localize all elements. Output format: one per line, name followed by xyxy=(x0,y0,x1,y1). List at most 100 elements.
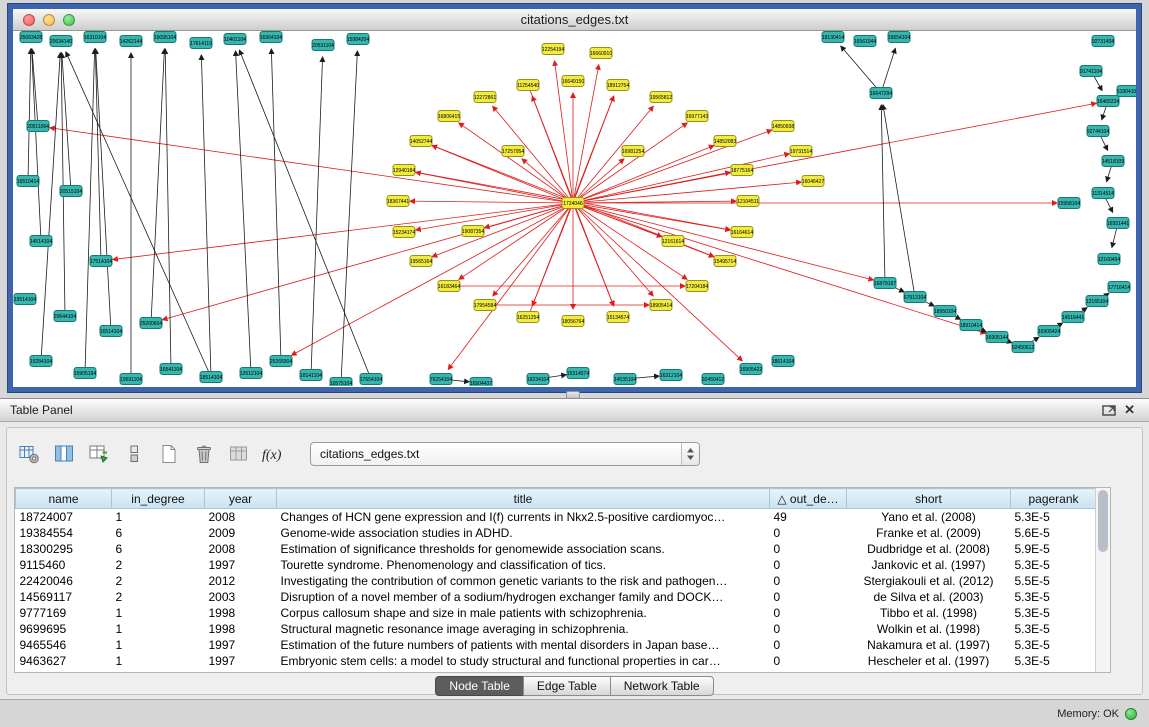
table-cell[interactable]: Corpus callosum shape and size in male p… xyxy=(277,605,770,621)
row-selection-icon[interactable] xyxy=(121,441,147,467)
graph-node[interactable]: 12612104 xyxy=(240,368,262,379)
graph-node[interactable]: 18141104 xyxy=(300,370,322,381)
graph-edge[interactable] xyxy=(28,49,31,181)
graph-node[interactable]: 20511064 xyxy=(27,121,49,132)
table-cell[interactable]: 5.3E-5 xyxy=(1011,589,1097,605)
graph-edge[interactable] xyxy=(236,51,251,373)
table-cell[interactable]: 0 xyxy=(770,541,847,557)
graph-edge[interactable] xyxy=(32,49,41,241)
graph-edge[interactable] xyxy=(201,55,211,377)
column-header[interactable]: name xyxy=(16,489,112,509)
table-cell[interactable]: 1998 xyxy=(205,605,277,621)
graph-node[interactable]: 16879197 xyxy=(874,278,896,289)
table-cell[interactable]: 1 xyxy=(112,621,205,637)
graph-node[interactable]: 92744104 xyxy=(1087,126,1109,137)
table-cell[interactable]: Tourette syndrome. Phenomenology and cla… xyxy=(277,557,770,573)
graph-node[interactable]: 18910414 xyxy=(960,320,982,331)
graph-node[interactable]: 19565164 xyxy=(410,256,432,267)
graph-node[interactable]: 67913104 xyxy=(904,292,926,303)
table-cell[interactable]: 5.6E-5 xyxy=(1011,525,1097,541)
graph-node[interactable]: 19565812 xyxy=(650,92,672,103)
tab-network-table[interactable]: Network Table xyxy=(610,676,714,696)
graph-node[interactable]: 18056764 xyxy=(562,316,584,327)
column-header[interactable]: in_degree xyxy=(112,489,205,509)
graph-node[interactable]: 51904104 xyxy=(1117,86,1136,97)
graph-edge[interactable] xyxy=(165,49,171,369)
graph-edge[interactable] xyxy=(883,105,915,297)
graph-edge[interactable] xyxy=(573,203,662,237)
graph-node[interactable]: 15905194 xyxy=(74,368,96,379)
table-cell[interactable]: 5.5E-5 xyxy=(1011,573,1097,589)
graph-node[interactable]: 14535104 xyxy=(614,374,636,385)
table-cell[interactable]: 2003 xyxy=(205,589,277,605)
graph-node[interactable]: 16312104 xyxy=(660,370,682,381)
table-cell[interactable]: de Silva et al. (2003) xyxy=(847,589,1011,605)
table-cell[interactable]: Investigating the contribution of common… xyxy=(277,573,770,589)
table-row[interactable]: 946554611997Estimation of the future num… xyxy=(16,637,1097,653)
table-cell[interactable]: 1 xyxy=(112,653,205,669)
graph-node[interactable]: 16183464 xyxy=(438,281,460,292)
table-cell[interactable]: Jankovic et al. (1997) xyxy=(847,557,1011,573)
graph-node[interactable]: 14518109 xyxy=(1102,156,1124,167)
graph-edge[interactable] xyxy=(410,201,573,203)
graph-node[interactable]: 18950104 xyxy=(934,306,956,317)
table-row[interactable]: 969969511998Structural magnetic resonanc… xyxy=(16,621,1097,637)
table-cell[interactable]: 0 xyxy=(770,589,847,605)
graph-node[interactable]: 20531104 xyxy=(312,40,334,51)
graph-node[interactable]: 15134574 xyxy=(607,312,629,323)
graph-node[interactable]: 12161614 xyxy=(662,236,684,247)
graph-node[interactable]: 16951441 xyxy=(1107,218,1129,229)
table-cell[interactable]: Hescheler et al. (1997) xyxy=(847,653,1011,669)
column-header[interactable]: △ out_de… xyxy=(770,489,847,509)
graph-node[interactable]: 16981254 xyxy=(622,146,644,157)
table-cell[interactable]: 18724007 xyxy=(16,509,112,525)
table-row[interactable]: 977716911998Corpus callosum shape and si… xyxy=(16,605,1097,621)
table-cell[interactable]: 0 xyxy=(770,637,847,653)
graph-node[interactable]: 16510414 xyxy=(17,176,39,187)
table-cell[interactable]: Franke et al. (2009) xyxy=(847,525,1011,541)
graph-node[interactable]: 14262144 xyxy=(120,36,142,47)
graph-node[interactable]: 76254104 xyxy=(430,374,452,385)
graph-edge[interactable] xyxy=(271,49,281,361)
table-cell[interactable]: 9465546 xyxy=(16,637,112,653)
graph-node[interactable]: 16647294 xyxy=(870,88,892,99)
graph-node[interactable]: 14850938 xyxy=(772,121,794,132)
graph-edge[interactable] xyxy=(573,103,1096,203)
graph-node[interactable]: 17514104 xyxy=(90,256,112,267)
graph-node[interactable]: 92450612 xyxy=(1012,342,1034,353)
graph-node[interactable]: 20644104 xyxy=(54,311,76,322)
table-cell[interactable]: 0 xyxy=(770,621,847,637)
graph-edge[interactable] xyxy=(573,203,730,230)
table-cell[interactable]: Tibbo et al. (1998) xyxy=(847,605,1011,621)
graph-node[interactable]: 17614119 xyxy=(190,38,212,49)
window-titlebar[interactable]: citations_edges.txt xyxy=(13,9,1136,31)
table-scrollbar-thumb[interactable] xyxy=(1098,490,1108,552)
graph-edge[interactable] xyxy=(66,52,211,377)
table-cell[interactable]: 2012 xyxy=(205,573,277,589)
graph-node[interactable]: 19654104 xyxy=(888,32,910,43)
graph-node[interactable]: 1724046 xyxy=(562,198,584,209)
graph-node[interactable]: 92450412 xyxy=(702,374,724,385)
graph-node[interactable]: 15314574 xyxy=(567,368,589,379)
graph-node[interactable]: 16465234 xyxy=(1097,96,1119,107)
graph-node[interactable]: 15234174 xyxy=(393,227,415,238)
show-hide-columns-icon[interactable] xyxy=(51,441,77,467)
graph-node[interactable]: 12104511 xyxy=(737,196,759,207)
table-row[interactable]: 1456911722003Disruption of a novel membe… xyxy=(16,589,1097,605)
graph-node[interactable]: 16561044 xyxy=(854,36,876,47)
graph-edge[interactable] xyxy=(416,172,573,203)
table-row[interactable]: 946362711997Embryonic stem cells: a mode… xyxy=(16,653,1097,669)
graph-edge[interactable] xyxy=(881,48,895,93)
graph-node[interactable]: 12254194 xyxy=(542,44,564,55)
table-cell[interactable]: 1 xyxy=(112,509,205,525)
table-cell[interactable]: 19384554 xyxy=(16,525,112,541)
graph-node[interactable]: 18367441 xyxy=(387,196,409,207)
graph-edge[interactable] xyxy=(96,49,111,331)
graph-node[interactable]: 12940184 xyxy=(393,165,415,176)
graph-node[interactable]: 19514104 xyxy=(14,294,36,305)
graph-node[interactable]: 16905424 xyxy=(1038,326,1060,337)
table-cell[interactable]: 18300295 xyxy=(16,541,112,557)
graph-node[interactable]: 16977143 xyxy=(686,111,708,122)
graph-edge[interactable] xyxy=(292,203,573,355)
tab-edge-table[interactable]: Edge Table xyxy=(523,676,611,696)
